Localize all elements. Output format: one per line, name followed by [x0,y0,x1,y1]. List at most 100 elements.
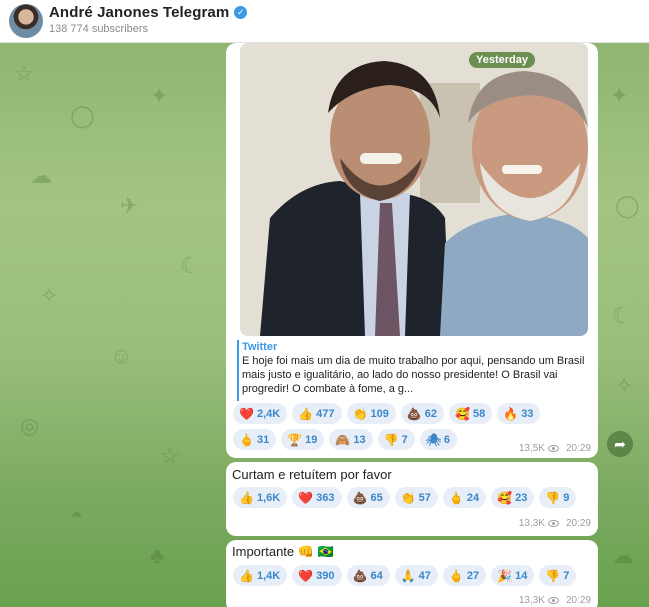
doodle-rocket-icon: ✈ [120,193,139,218]
reaction-count: 363 [316,491,335,504]
message-text: Importante 👊 🇧🇷 [232,544,334,559]
message-bubble[interactable]: Yesterday Twitter E hoje foi mais um dia… [226,43,598,458]
reaction-count: 2,4K [256,407,281,420]
reaction-thumbs-up[interactable]: 👍 1,6K [233,487,288,508]
doodle-ufo-icon: ◓ [70,503,84,528]
reaction-middle-finger[interactable]: 🖕 24 [442,487,487,508]
heart-icon: ❤️ [298,490,314,505]
doodle-star-icon: ✦ [610,83,629,108]
doodle-planet-icon: ◎ [20,413,40,438]
doodle-star-icon: ☆ [160,443,180,468]
reaction-trophy[interactable]: 🏆 19 [281,429,325,450]
reaction-poop[interactable]: 💩 64 [346,565,390,586]
thumbs-down-icon: 👎 [545,490,561,505]
doodle-star-icon: ☆ [14,61,34,86]
reaction-thumbs-up[interactable]: 👍 1,4K [233,565,288,586]
reaction-clap[interactable]: 👏 57 [394,487,438,508]
thumbs-up-icon: 👍 [239,568,254,583]
doodle-tree-icon: ♣ [150,543,165,568]
message-time: 20:29 [565,518,591,529]
reaction-heart[interactable]: ❤️ 363 [292,487,342,508]
reaction-count: 24 [466,491,480,504]
doodle-star-icon: ✧ [615,373,634,398]
chat-background[interactable]: ☆ ◯ ✦ ☁ ✈ ☾ ✧ ☺ ◎ ☆ ◓ ♣ ✦ ◯ ☾ ✧ ☁ Yester… [0,43,649,607]
message-text: Curtam e retuítem por favor [232,467,392,482]
reaction-count: 7 [401,433,408,446]
thumbs-down-icon: 👎 [383,432,399,447]
reaction-count: 65 [370,491,383,504]
reaction-love-face[interactable]: 🥰 58 [449,403,493,424]
reaction-count: 477 [316,407,335,420]
doodle-cloud-icon: ☁ [612,543,634,568]
view-count: 13,5K [518,443,545,454]
reaction-count: 47 [418,569,431,582]
heart-icon: ❤️ [298,568,314,583]
reaction-count: 6 [443,433,451,446]
reaction-thumbs-up[interactable]: 👍 477 [292,403,342,424]
doodle-planet-icon: ◯ [70,103,95,128]
reaction-count: 64 [370,569,383,582]
reaction-count: 31 [256,433,270,446]
reaction-heart[interactable]: ❤️ 390 [292,565,342,586]
reaction-love-face[interactable]: 🥰 23 [491,487,535,508]
link-preview[interactable]: Twitter E hoje foi mais um dia de muito … [237,340,589,401]
reaction-count: 33 [521,407,534,420]
reaction-poop[interactable]: 💩 65 [346,487,390,508]
reaction-count: 9 [563,491,570,504]
thumbs-up-icon: 👍 [298,406,314,421]
clap-icon: 👏 [400,490,416,505]
reaction-count: 62 [424,407,438,420]
reaction-pray[interactable]: 🙏 47 [394,565,438,586]
title-row: André Janones Telegram ✓ [49,4,248,21]
reactions-row: 🖕 31 🏆 19 🙈 13 👎 7 🕷 6 [233,429,458,450]
doodle-star-icon: ✧ [40,283,59,308]
monkey-icon: 🙈 [335,432,351,447]
message-photo[interactable]: Yesterday [240,43,588,336]
message-bubble[interactable]: Curtam e retuítem por favor 👍 1,6K ❤️ 363 … [226,462,598,536]
reaction-fire[interactable]: 🔥 33 [497,403,541,424]
doodle-cat-icon: ☺ [110,343,133,368]
reaction-count: 1,4K [256,569,281,582]
reaction-poop[interactable]: 💩 62 [400,403,445,424]
reaction-count: 390 [316,569,335,582]
message-meta: 13,5K 20:29 [519,443,591,454]
reaction-clap[interactable]: 👏 109 [346,403,396,424]
love-face-icon: 🥰 [455,406,470,421]
reaction-count: 58 [472,407,486,420]
reaction-spider[interactable]: 🕷 6 [419,429,458,450]
eye-icon [547,597,559,604]
reaction-thumbs-down[interactable]: 👎 9 [539,487,577,508]
message-bubble[interactable]: Importante 👊 🇧🇷 👍 1,4K ❤️ 390 💩 64 🙏 47 🖕 27 … [226,540,598,607]
share-arrow-icon[interactable]: ➦ [607,431,633,457]
thumbs-down-icon: 👎 [545,568,561,583]
doodle-planet-icon: ◯ [615,193,640,218]
view-count: 13,3K [518,595,545,606]
reaction-thumbs-down[interactable]: 👎 7 [377,429,415,450]
middle-finger-icon: 🖕 [239,432,254,447]
chat-header[interactable]: André Janones Telegram ✓ 138 774 subscri… [0,0,649,43]
reaction-middle-finger[interactable]: 🖕 27 [442,565,487,586]
reaction-count: 14 [515,569,528,582]
reaction-count: 19 [305,433,318,446]
thumbs-up-icon: 👍 [239,490,254,505]
pray-icon: 🙏 [400,568,416,583]
date-tag: Yesterday [469,52,535,68]
reaction-count: 57 [418,491,431,504]
party-icon: 🎉 [497,568,513,583]
reaction-heart[interactable]: ❤️ 2,4K [233,403,288,424]
channel-title[interactable]: André Janones Telegram [49,4,229,21]
doodle-moon-icon: ☾ [612,303,632,328]
view-count: 13,3K [518,518,545,529]
doodle-moon-icon: ☾ [180,253,200,278]
message-time: 20:29 [565,443,591,454]
reaction-party[interactable]: 🎉 14 [491,565,535,586]
reaction-monkey[interactable]: 🙈 13 [329,429,373,450]
reaction-middle-finger[interactable]: 🖕 31 [233,429,277,450]
channel-avatar[interactable] [9,4,43,38]
reactions-row: 👍 1,4K ❤️ 390 💩 64 🙏 47 🖕 27 🎉 14 👎 7 [233,565,577,586]
clap-icon: 👏 [352,406,368,421]
heart-icon: ❤️ [239,406,254,421]
message-meta: 13,3K 20:29 [519,518,591,529]
reaction-thumbs-down[interactable]: 👎 7 [539,565,577,586]
middle-finger-icon: 🖕 [448,568,464,583]
